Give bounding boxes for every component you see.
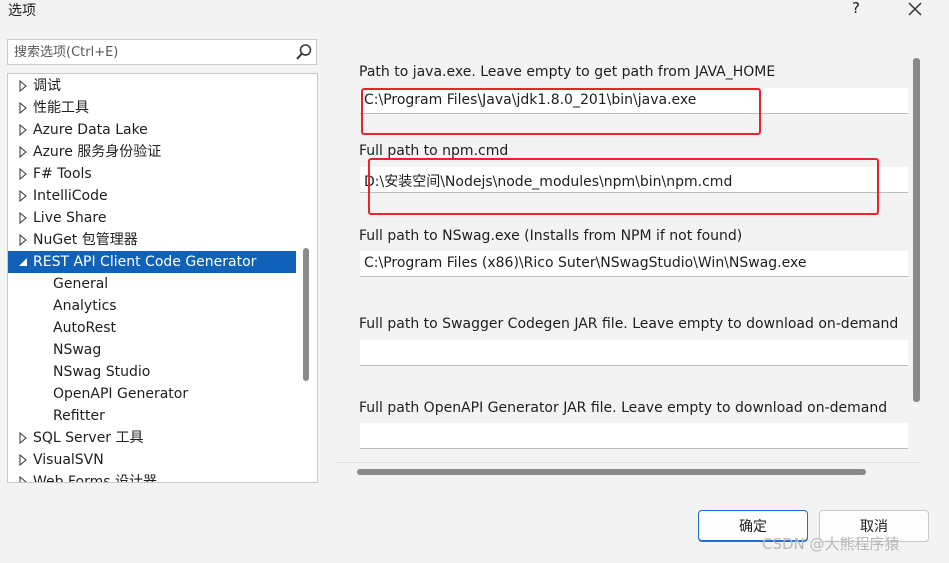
tree-item-web-forms-designer[interactable]: Web Forms 设计器 <box>8 471 296 483</box>
tree-item-label: OpenAPI Generator <box>53 386 189 402</box>
tree-item-label: NuGet 包管理器 <box>33 232 138 248</box>
tree-item-visualsvn[interactable]: VisualSVN <box>8 449 296 471</box>
tree-item-label: General <box>53 276 109 292</box>
watermark: CSDN @大熊程序猿 <box>762 535 900 553</box>
tree-item-general[interactable]: General <box>8 273 296 295</box>
expand-arrow-icon[interactable] <box>17 471 29 483</box>
nswag-path-field[interactable]: C:\Program Files (x86)\Rico Suter\NSwagS… <box>360 251 908 277</box>
search-box <box>7 39 317 65</box>
tree-item-nswag-studio[interactable]: NSwag Studio <box>8 361 296 383</box>
tree-item-label: Live Share <box>33 210 107 226</box>
tree-item-intellicode[interactable]: IntelliCode <box>8 185 296 207</box>
tree-item-autorest[interactable]: AutoRest <box>8 317 296 339</box>
horizontal-scrollbar[interactable] <box>357 469 866 475</box>
expand-arrow-icon[interactable] <box>17 97 29 119</box>
options-tree: 调试 性能工具 Azure Data Lake Azure 服务身份验证 F# … <box>7 73 318 483</box>
expand-arrow-icon[interactable] <box>17 163 29 185</box>
tree-item-azure-auth[interactable]: Azure 服务身份验证 <box>8 141 296 163</box>
tree-item-openapi-generator[interactable]: OpenAPI Generator <box>8 383 296 405</box>
tree-item-label: AutoRest <box>53 320 116 336</box>
expand-arrow-icon[interactable] <box>17 229 29 251</box>
help-icon[interactable]: ? <box>852 0 860 17</box>
tree-item-label: REST API Client Code Generator <box>33 254 257 270</box>
tree-item-performance-tools[interactable]: 性能工具 <box>8 97 296 119</box>
tree-item-label: Refitter <box>53 408 105 424</box>
npm-path-label: Full path to npm.cmd <box>359 143 509 159</box>
tree-item-label: F# Tools <box>33 166 92 182</box>
tree-item-azure-data-lake[interactable]: Azure Data Lake <box>8 119 296 141</box>
expand-arrow-icon[interactable] <box>17 449 29 471</box>
tree-item-debug[interactable]: 调试 <box>8 75 296 97</box>
vertical-scrollbar[interactable] <box>913 58 920 402</box>
tree-item-label: VisualSVN <box>33 452 104 468</box>
expand-arrow-icon[interactable] <box>17 185 29 207</box>
nswag-path-label: Full path to NSwag.exe (Installs from NP… <box>359 228 743 244</box>
close-icon[interactable] <box>906 0 924 18</box>
java-path-label: Path to java.exe. Leave empty to get pat… <box>359 64 776 80</box>
title-bar: 选项 ? <box>0 0 949 20</box>
tree-item-label: SQL Server 工具 <box>33 430 144 446</box>
openapi-generator-path-label: Full path OpenAPI Generator JAR file. Le… <box>359 400 888 416</box>
tree-item-refitter[interactable]: Refitter <box>8 405 296 427</box>
search-input[interactable] <box>8 40 294 64</box>
tree-item-rest-api-client-code-generator[interactable]: REST API Client Code Generator <box>8 251 296 273</box>
tree-item-label: Analytics <box>53 298 117 314</box>
tree-item-label: IntelliCode <box>33 188 108 204</box>
tree-item-label: NSwag Studio <box>53 364 151 380</box>
tree-item-nuget[interactable]: NuGet 包管理器 <box>8 229 296 251</box>
tree-scrollbar[interactable] <box>303 248 309 381</box>
swagger-codegen-path-field[interactable] <box>360 340 908 366</box>
openapi-generator-path-field[interactable] <box>360 423 908 449</box>
search-icon[interactable] <box>295 43 313 61</box>
tree-item-nswag[interactable]: NSwag <box>8 339 296 361</box>
collapse-arrow-icon[interactable] <box>17 251 29 273</box>
tree-item-label: NSwag <box>53 342 102 358</box>
swagger-codegen-path-label: Full path to Swagger Codegen JAR file. L… <box>359 316 899 332</box>
expand-arrow-icon[interactable] <box>17 207 29 229</box>
window-title: 选项 <box>8 3 36 19</box>
expand-arrow-icon[interactable] <box>17 141 29 163</box>
nswag-path-value: C:\Program Files (x86)\Rico Suter\NSwagS… <box>364 255 807 271</box>
tree-item-sql-server-tools[interactable]: SQL Server 工具 <box>8 427 296 449</box>
expand-arrow-icon[interactable] <box>17 75 29 97</box>
tree-item-label: 调试 <box>33 78 61 94</box>
tree-item-label: Azure Data Lake <box>33 122 148 138</box>
java-path-highlight-box <box>361 88 761 135</box>
npm-path-highlight-box <box>368 158 879 215</box>
expand-arrow-icon[interactable] <box>17 119 29 141</box>
expand-arrow-icon[interactable] <box>17 427 29 449</box>
tree-item-label: Web Forms 设计器 <box>33 474 157 483</box>
tree-item-label: 性能工具 <box>33 100 89 116</box>
tree-item-label: Azure 服务身份验证 <box>33 144 162 160</box>
tree-item-analytics[interactable]: Analytics <box>8 295 296 317</box>
tree-item-live-share[interactable]: Live Share <box>8 207 296 229</box>
tree-item-fsharp-tools[interactable]: F# Tools <box>8 163 296 185</box>
panel-divider <box>337 462 920 463</box>
